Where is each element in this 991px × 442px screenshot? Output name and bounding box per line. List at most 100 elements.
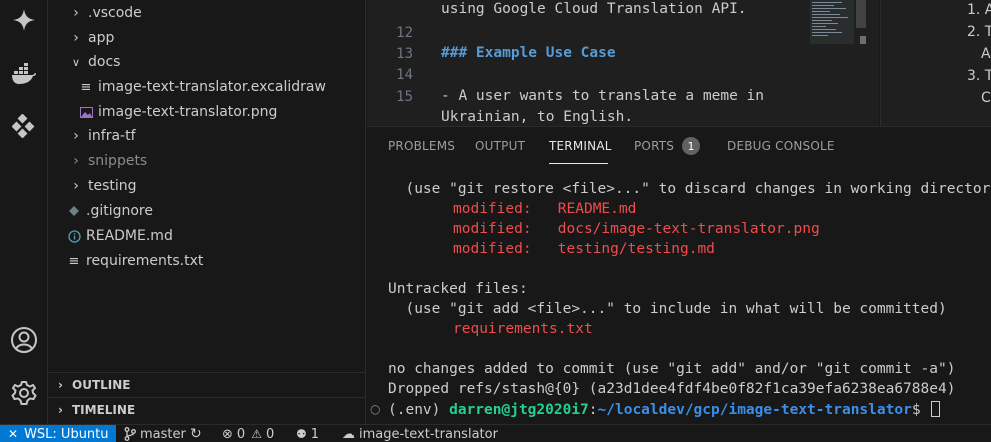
remote-indicator[interactable]: ✕ WSL: Ubuntu <box>0 425 116 442</box>
preview-line: A <box>981 46 991 62</box>
problems-indicator[interactable]: ⊗ 0 ⚠ 0 <box>222 425 274 442</box>
tree-file-excalidraw[interactable]: ≡ image-text-translator.excalidraw <box>48 75 366 99</box>
chevron-right-icon: › <box>73 178 79 194</box>
remote-label: WSL: Ubuntu <box>24 426 109 442</box>
terminal-prompt-env: (.env) <box>388 402 450 418</box>
branch-label: master <box>140 426 186 442</box>
tab-terminal[interactable]: TERMINAL <box>549 139 612 153</box>
cloud-icon: ☁ <box>342 426 355 442</box>
tree-file-readme[interactable]: README.md <box>48 224 366 248</box>
tree-item-label: README.md <box>86 228 173 244</box>
terminal-line: no changes added to commit (use "git add… <box>388 361 956 377</box>
warning-count: 0 <box>265 426 275 442</box>
active-tab-indicator <box>549 163 608 164</box>
terminal-line: (use "git restore <file>..." to discard … <box>388 181 991 197</box>
chevron-right-icon: › <box>73 30 79 46</box>
tab-output[interactable]: OUTPUT <box>475 139 525 153</box>
timeline-label: TIMELINE <box>72 402 136 417</box>
tree-item-label: .gitignore <box>86 203 153 219</box>
sync-icon: ↻ <box>190 426 202 442</box>
extensions-icon[interactable] <box>0 106 48 146</box>
activity-bar <box>0 0 48 424</box>
tree-file-gitignore[interactable]: .gitignore <box>48 199 366 223</box>
tree-item-label: app <box>88 30 115 46</box>
terminal-line: Untracked files: <box>388 281 528 297</box>
terminal-cursor <box>931 401 941 417</box>
terminal-line-untracked: requirements.txt <box>453 321 593 337</box>
docker-icon[interactable] <box>0 54 48 94</box>
tab-debug-console[interactable]: DEBUG CONSOLE <box>727 139 835 153</box>
bottom-panel: PROBLEMS OUTPUT TERMINAL PORTS 1 DEBUG C… <box>367 126 991 424</box>
chevron-right-icon: › <box>58 377 63 392</box>
markdown-preview-pane[interactable]: 1. A 2. T A 3. T C <box>880 0 991 126</box>
terminal-line-modified: modified: testing/testing.md <box>453 241 715 257</box>
tree-folder-testing[interactable]: › testing <box>48 174 366 198</box>
outline-label: OUTLINE <box>72 377 131 392</box>
timeline-section-header[interactable]: › TIMELINE <box>48 397 366 421</box>
radio-tower-icon: ⚉ <box>296 427 307 441</box>
preview-line: C <box>981 90 991 106</box>
minimap[interactable] <box>810 0 866 48</box>
chevron-right-icon: › <box>58 402 63 417</box>
tree-item-label: requirements.txt <box>86 253 204 269</box>
workspace-label: image-text-translator <box>359 426 498 442</box>
sync-button[interactable]: ↻ <box>190 425 202 442</box>
remote-icon: ✕ <box>8 427 19 441</box>
preview-line: 2. T <box>967 24 991 40</box>
tree-folder-infra-tf[interactable]: › infra-tf <box>48 124 366 148</box>
code-line: - A user wants to translate a meme in <box>441 88 765 104</box>
tree-item-label: image-text-translator.png <box>98 104 278 120</box>
terminal-line-modified: modified: docs/image-text-translator.png <box>453 221 820 237</box>
error-icon: ⊗ <box>222 426 233 442</box>
settings-gear-icon[interactable] <box>0 373 48 413</box>
ports-count-badge: 1 <box>682 137 700 155</box>
chevron-down-icon: ∨ <box>71 55 81 69</box>
line-number: 14 <box>396 67 413 83</box>
terminal-prompt-user: darren@jtg2020i7 <box>449 402 589 418</box>
line-number: 15 <box>396 89 413 105</box>
image-file-icon <box>76 106 96 118</box>
editor-pane[interactable]: using Google Cloud Translation API. 12 1… <box>367 0 879 126</box>
ports-count: 1 <box>310 426 320 442</box>
status-bar: ✕ WSL: Ubuntu master ↻ ⊗ 0 ⚠ 0 ⚉ 1 ☁ ima… <box>0 424 991 442</box>
file-lines-icon: ≡ <box>80 79 92 95</box>
git-branch-icon <box>124 427 136 441</box>
terminal-line: (use "git add <file>..." to include in w… <box>388 301 947 317</box>
tab-problems[interactable]: PROBLEMS <box>388 139 455 153</box>
tree-item-label: testing <box>88 178 137 194</box>
tree-item-label: docs <box>88 54 121 70</box>
file-lines-icon: ≡ <box>68 253 80 269</box>
terminal-prompt-sep: : <box>588 402 598 418</box>
tree-item-label: .vscode <box>88 5 142 21</box>
gitignore-icon <box>64 206 84 216</box>
command-decoration-icon[interactable]: ○ <box>370 402 380 416</box>
code-line: using Google Cloud Translation API. <box>441 1 747 17</box>
preview-line: 3. T <box>967 68 991 84</box>
chevron-right-icon: › <box>73 153 79 169</box>
tree-file-png[interactable]: image-text-translator.png <box>48 100 366 124</box>
line-number: 13 <box>396 46 413 62</box>
line-number: 12 <box>396 25 413 41</box>
tree-item-label: image-text-translator.excalidraw <box>98 79 326 95</box>
tree-file-requirements[interactable]: ≡ requirements.txt <box>48 249 366 273</box>
tree-folder-docs[interactable]: ∨ docs <box>48 50 366 74</box>
preview-line: 1. A <box>967 2 991 18</box>
workspace-indicator[interactable]: ☁ image-text-translator <box>342 425 498 442</box>
gemini-icon[interactable] <box>0 0 48 40</box>
tree-folder-app[interactable]: › app <box>48 26 366 50</box>
outline-section-header[interactable]: › OUTLINE <box>48 372 366 396</box>
tree-item-label: snippets <box>88 153 148 169</box>
tree-folder-snippets[interactable]: › snippets <box>48 149 366 173</box>
terminal-line-modified: modified: README.md <box>453 201 637 217</box>
info-icon <box>64 229 84 243</box>
error-count: 0 <box>236 426 246 442</box>
explorer-panel: › .vscode › app ∨ docs ≡ image-text-tran… <box>48 0 366 424</box>
tab-ports[interactable]: PORTS <box>634 139 674 153</box>
terminal-prompt-end: $ <box>911 402 930 418</box>
tree-folder-vscode[interactable]: › .vscode <box>48 1 366 25</box>
terminal-prompt: (.env) darren@jtg2020i7:~/localdev/gcp/i… <box>388 401 941 418</box>
chevron-right-icon: › <box>73 128 79 144</box>
account-icon[interactable] <box>0 320 48 360</box>
git-branch[interactable]: master <box>124 425 186 442</box>
forwarded-ports-indicator[interactable]: ⚉ 1 <box>296 425 319 442</box>
